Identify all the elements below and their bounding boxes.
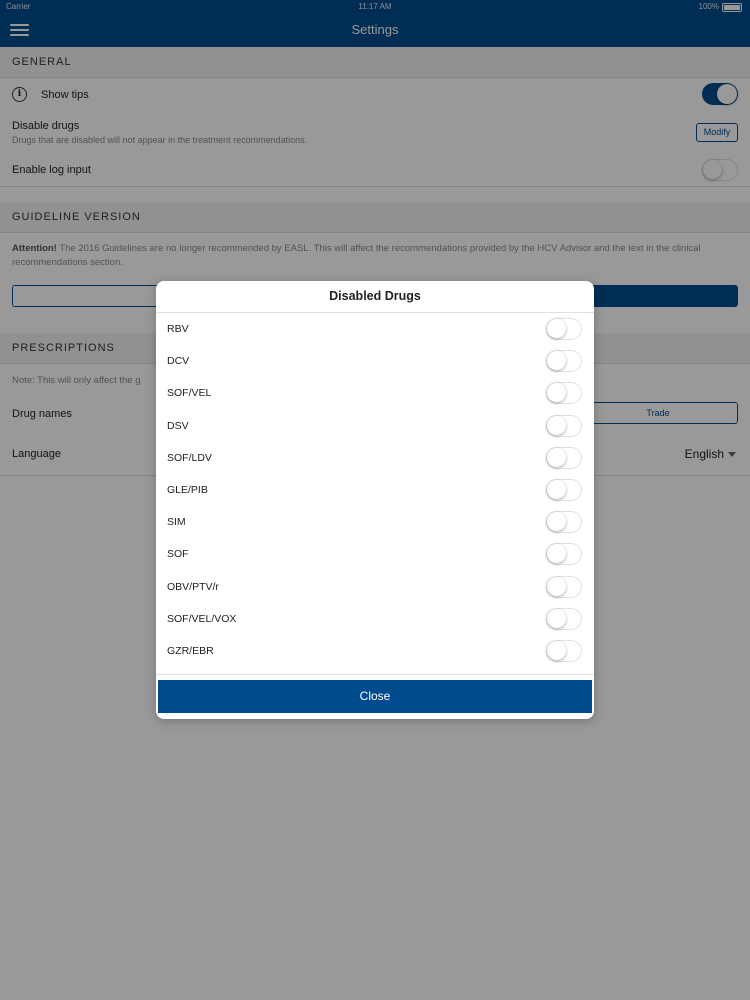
- drug-row: GLE/PIB: [156, 474, 594, 506]
- drug-toggle[interactable]: [546, 575, 582, 598]
- drug-toggle[interactable]: [546, 607, 582, 630]
- drug-row: SOF/LDV: [156, 442, 594, 474]
- drug-label: SOF/VEL/VOX: [167, 612, 237, 625]
- drug-label: DCV: [167, 355, 190, 368]
- drug-toggle[interactable]: [546, 478, 582, 501]
- drug-toggle[interactable]: [546, 446, 582, 469]
- divider: [156, 674, 594, 675]
- drug-toggle[interactable]: [546, 382, 582, 405]
- drug-label: SIM: [167, 516, 186, 529]
- drug-toggle[interactable]: [546, 639, 582, 662]
- drug-list: RBV DCV SOF/VEL DSV SOF/LDV GLE/PIB SIM SOF OBV/…: [156, 313, 594, 667]
- disabled-drugs-dialog: Disabled Drugs RBV DCV SOF/VEL DSV SOF/LDV GL…: [156, 281, 594, 719]
- drug-row: OBV/PTV/r: [156, 571, 594, 603]
- drug-row: SOF/VEL/VOX: [156, 603, 594, 635]
- drug-row: SOF: [156, 538, 594, 570]
- drug-label: SOF: [167, 548, 189, 561]
- drug-label: DSV: [167, 419, 189, 432]
- drug-label: RBV: [167, 323, 189, 335]
- drug-label: SOF/LDV: [167, 451, 212, 464]
- drug-row: GZR/EBR: [156, 635, 594, 667]
- drug-toggle[interactable]: [546, 543, 582, 566]
- drug-row: SOF/VEL: [156, 377, 594, 409]
- drug-row: SIM: [156, 506, 594, 538]
- drug-label: SOF/VEL: [167, 387, 212, 400]
- drug-toggle[interactable]: [546, 414, 582, 437]
- close-button[interactable]: Close: [158, 680, 592, 713]
- dialog-title: Disabled Drugs: [156, 281, 594, 313]
- drug-label: GZR/EBR: [167, 644, 214, 657]
- drug-toggle[interactable]: [546, 350, 582, 373]
- drug-toggle[interactable]: [546, 511, 582, 534]
- drug-row: DSV: [156, 410, 594, 442]
- drug-label: OBV/PTV/r: [167, 580, 219, 593]
- drug-row: RBV: [156, 313, 594, 345]
- drug-label: GLE/PIB: [167, 483, 208, 496]
- drug-toggle[interactable]: [546, 318, 582, 340]
- drug-row: DCV: [156, 345, 594, 377]
